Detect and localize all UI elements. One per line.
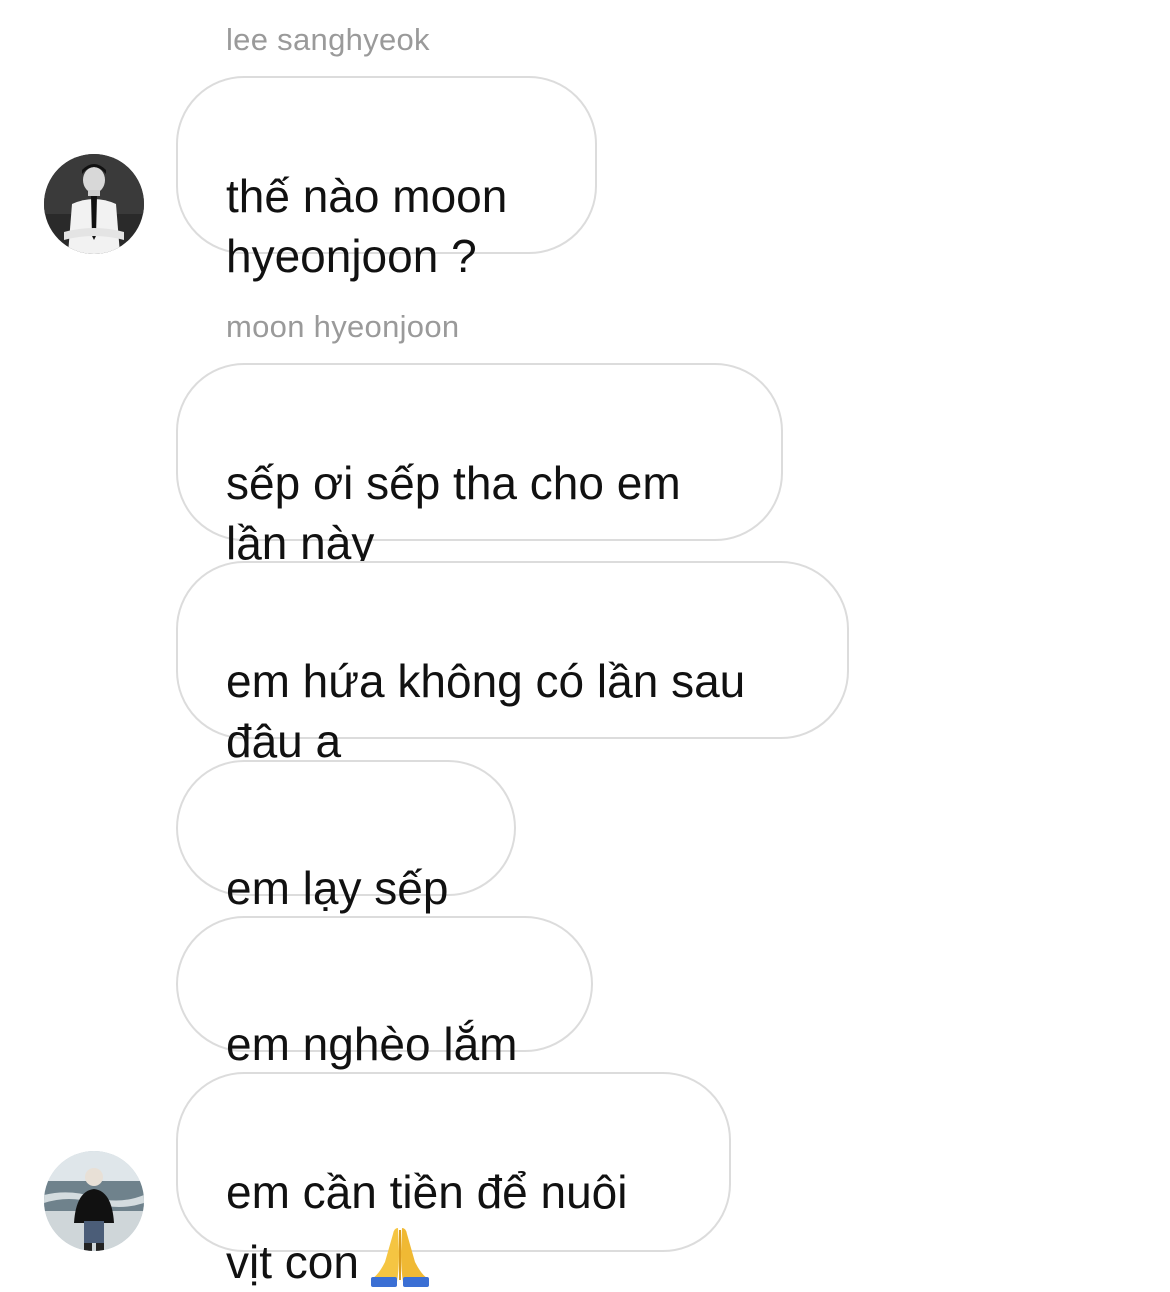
- message-text: sếp ơi sếp tha cho em lần này: [226, 457, 681, 569]
- sender-name: moon hyeonjoon: [226, 309, 460, 344]
- message-bubble[interactable]: sếp ơi sếp tha cho em lần này: [176, 363, 783, 569]
- avatar-person-at-beach-image: [44, 1151, 144, 1251]
- message-text: em hứa không có lần sau đâu ạ: [226, 655, 746, 767]
- avatar[interactable]: [44, 154, 144, 254]
- message-bubble[interactable]: em hứa không có lần sau đâu ạ: [176, 561, 849, 767]
- message-bubble[interactable]: em lạy sếp: [176, 760, 516, 914]
- message-text: thế nào moon hyeonjoon ?: [226, 170, 508, 282]
- message-text: em nghèo lắm: [226, 1018, 518, 1070]
- message-text: em lạy sếp: [226, 862, 449, 914]
- avatar-person-in-tie-image: [44, 154, 144, 254]
- message-bubble[interactable]: em cần tiền để nuôi vịt con: [176, 1072, 731, 1288]
- sender-name: lee sanghyeok: [226, 22, 430, 57]
- avatar[interactable]: [44, 1151, 144, 1251]
- message-bubble[interactable]: em nghèo lắm: [176, 916, 593, 1070]
- message-bubble[interactable]: thế nào moon hyeonjoon ?: [176, 76, 597, 282]
- folded-hands-emoji-icon: [370, 1228, 429, 1287]
